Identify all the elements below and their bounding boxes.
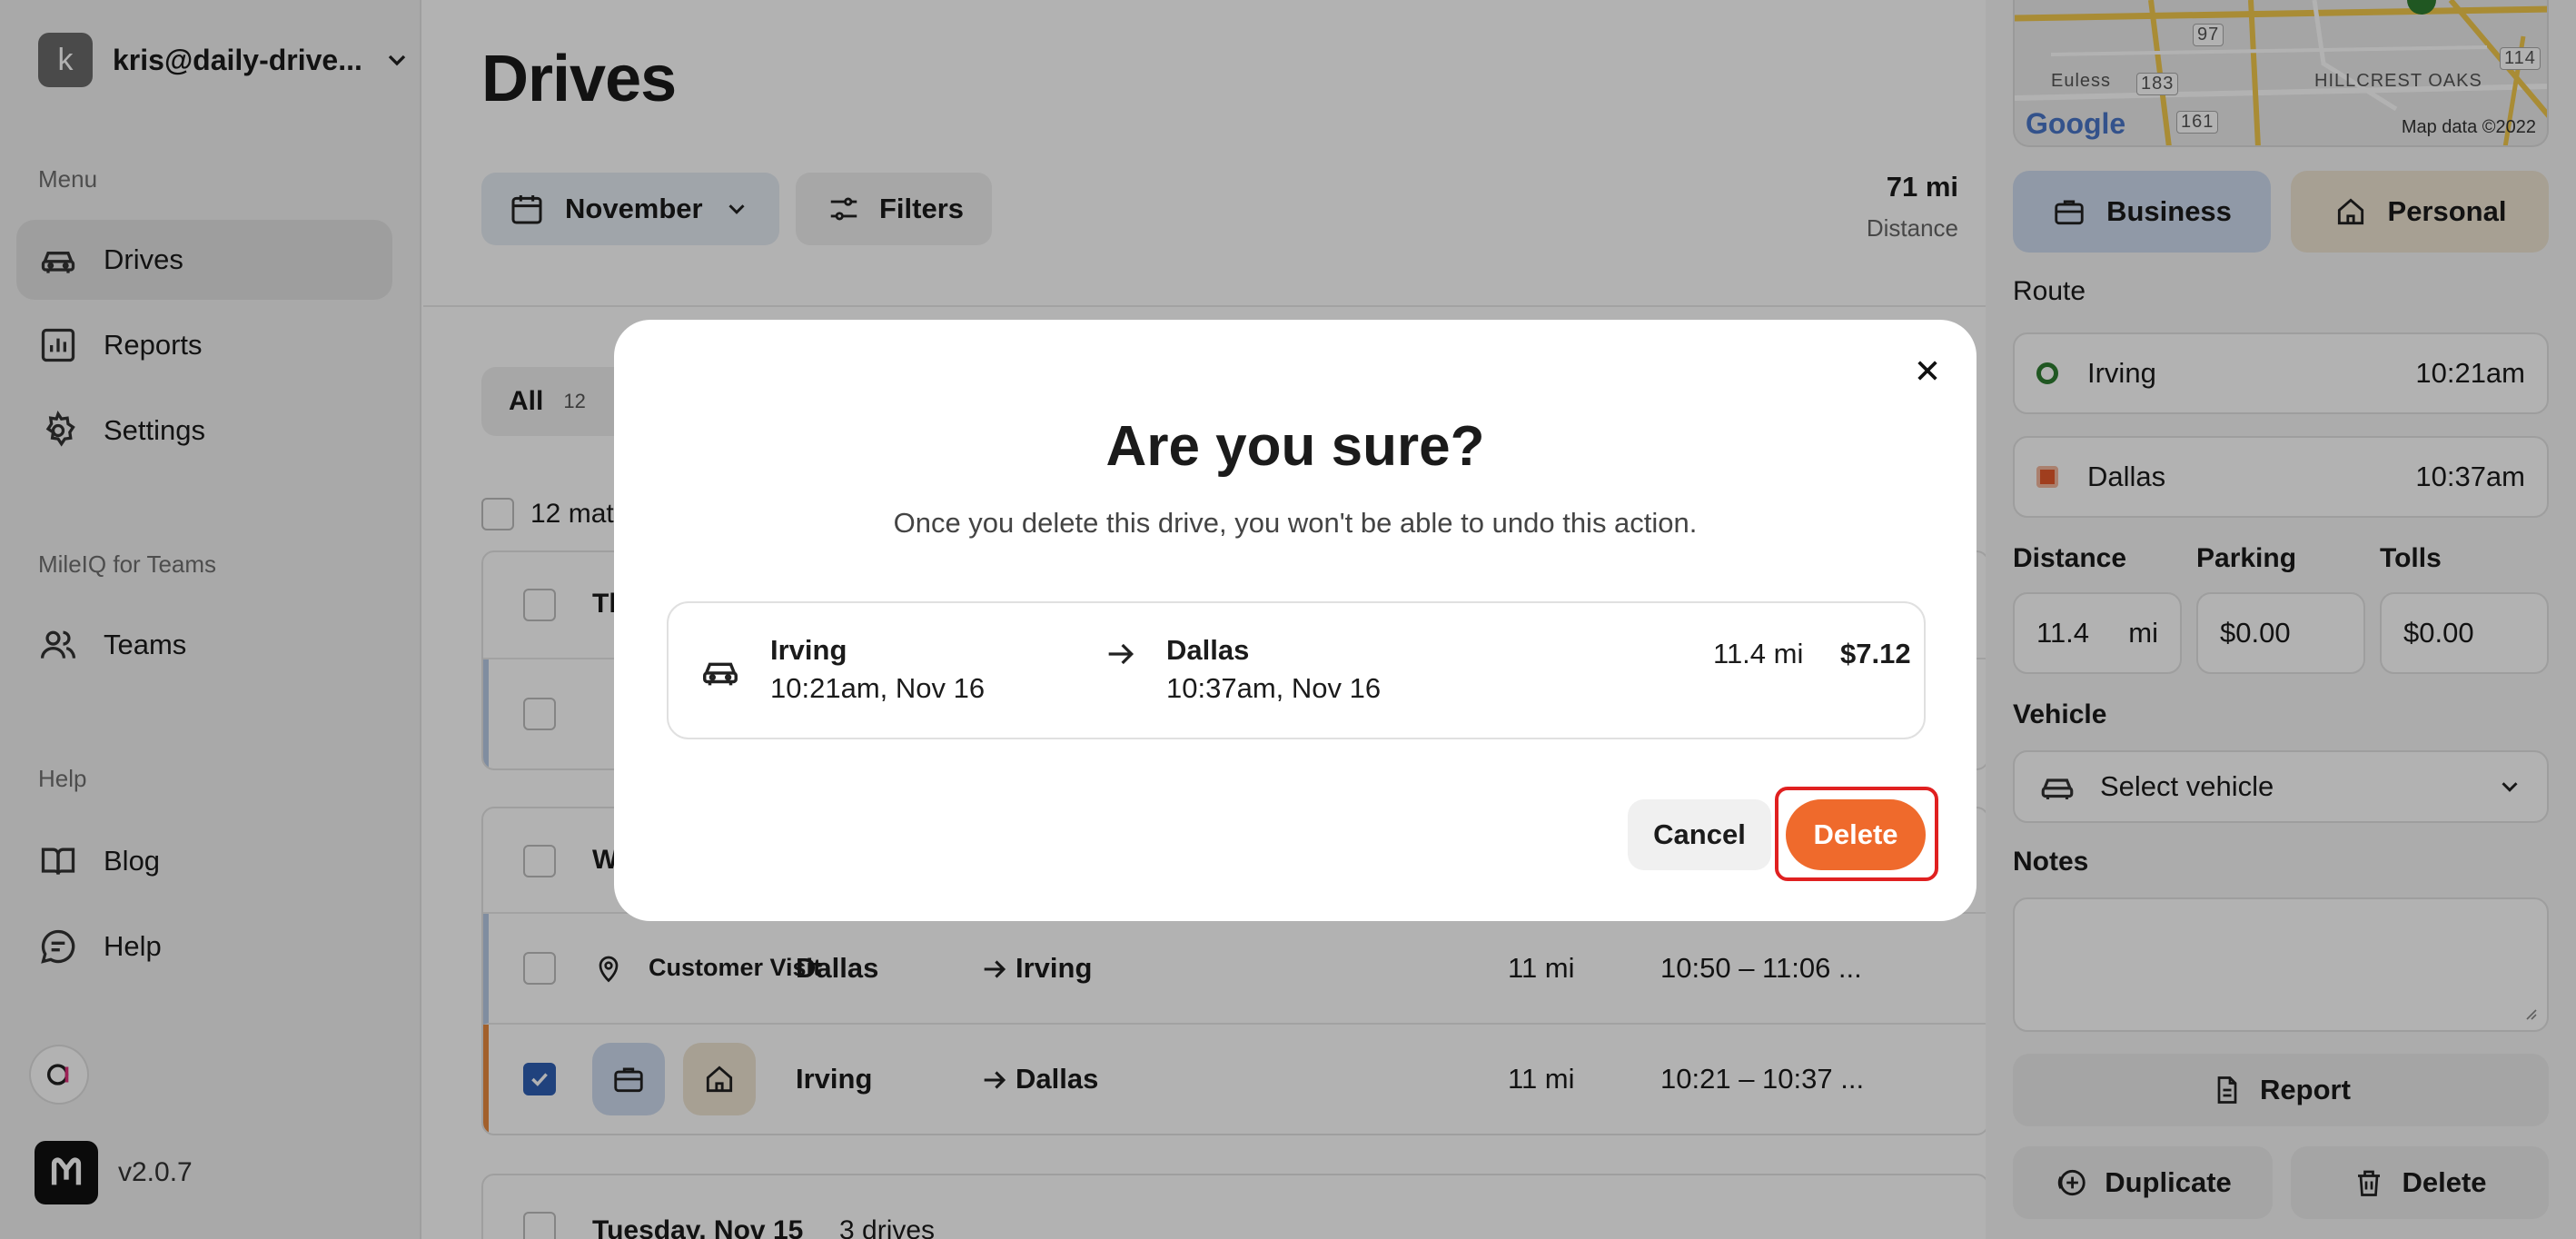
confirm-delete-dialog: Are you sure? Once you delete this drive… <box>614 320 1977 921</box>
dialog-title: Are you sure? <box>1105 415 1485 478</box>
arrow-right-icon <box>1103 636 1139 672</box>
drive-to: Dallas <box>1166 634 1250 666</box>
drive-from: Irving <box>770 634 847 666</box>
cancel-button[interactable]: Cancel <box>1628 799 1771 870</box>
dialog-message: Once you delete this drive, you won't be… <box>893 507 1698 539</box>
close-button[interactable] <box>1907 351 1947 391</box>
drive-value: $7.12 <box>1840 638 1911 669</box>
drive-distance: 11.4 mi <box>1713 638 1804 669</box>
drive-summary-card: Irving 10:21am, Nov 16 Dallas 10:37am, N… <box>667 601 1926 739</box>
confirm-delete-button[interactable]: Delete <box>1786 799 1926 870</box>
app-window: k kris@daily-drive... Menu Drives Report… <box>0 0 2576 1239</box>
close-icon <box>1913 356 1942 385</box>
drive-from-time: 10:21am, Nov 16 <box>770 672 986 704</box>
drive-to-time: 10:37am, Nov 16 <box>1166 672 1382 704</box>
car-icon <box>699 650 741 692</box>
